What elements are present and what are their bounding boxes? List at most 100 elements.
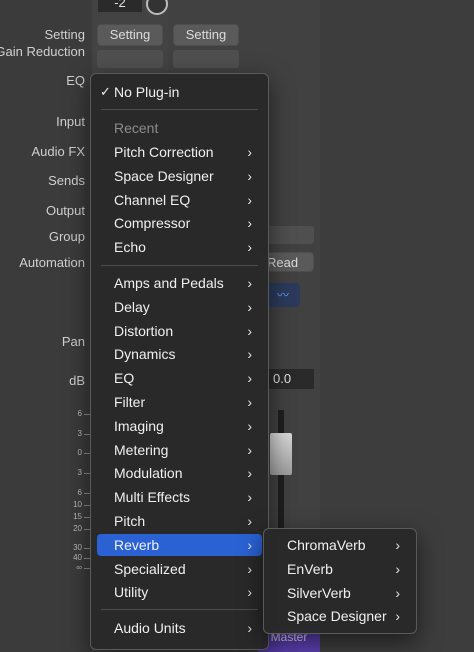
menu-item-label: Pitch [114,513,146,529]
menu-item-imaging[interactable]: Imaging › [97,415,262,437]
menu-item-dynamics[interactable]: Dynamics › [97,343,262,365]
gain-reduction-meter-b [173,50,239,68]
recent-header: Recent [97,117,262,139]
menu-item-channel-eq[interactable]: Channel EQ › [97,189,262,211]
scale-label: 6 [77,488,82,497]
chevron-right-icon: › [247,513,252,529]
scale-label: 3 [77,468,82,477]
menu-item-audio-units[interactable]: Audio Units › [97,617,262,639]
sends-label: Sends [48,173,85,188]
menu-item-pitch[interactable]: Pitch › [97,510,262,532]
eq-label: EQ [66,73,85,88]
output-label: Output [45,203,85,218]
menu-item-label: Modulation [114,465,183,482]
chevron-right-icon: › [247,239,252,256]
menu-item-reverb[interactable]: Reverb › [97,533,262,556]
scale-label: ∞ [76,563,82,572]
chevron-right-icon: › [247,215,252,232]
automation-label: Automation [19,255,85,270]
chevron-right-icon: › [247,620,252,636]
menu-item-label: Echo [114,239,146,256]
group-slot[interactable] [266,226,314,244]
menu-item-label: No Plug-in [114,84,180,100]
menu-item-compressor[interactable]: Compressor › [97,212,262,234]
db-value-field[interactable]: 0.0 [266,369,314,389]
top-value-field[interactable]: -2 [98,0,142,12]
scale-label: 30 [73,543,82,552]
menu-item-multi-effects[interactable]: Multi Effects › [97,486,262,508]
gain-reduction-label: Gain Reduction [0,44,85,59]
scale-label: 6 [77,409,82,418]
chevron-right-icon: › [395,537,400,553]
menu-separator [101,609,258,610]
audio-fx-label: Audio FX [31,144,85,159]
menu-item-label: Audio Units [114,620,186,636]
chevron-right-icon: › [247,298,252,315]
scale-label: 40 [73,553,82,562]
menu-item-delay[interactable]: Delay › [97,296,262,318]
chevron-right-icon: › [247,536,252,553]
recent-header-label: Recent [114,120,159,136]
menu-item-label: Delay [114,298,150,315]
scale-label: 15 [73,512,82,521]
menu-item-label: ChromaVerb [287,537,366,553]
menu-item-eq[interactable]: EQ › [97,367,262,389]
menu-item-label: Reverb [114,536,160,553]
menu-item-label: Space Designer [287,608,387,625]
menu-item-metering[interactable]: Metering › [97,439,262,461]
chevron-right-icon: › [247,370,252,387]
chevron-right-icon: › [395,584,400,601]
pan-label: Pan [61,334,85,349]
menu-item-utility[interactable]: Utility › [97,581,262,603]
setting-button-b[interactable]: Setting [173,24,239,46]
plugin-menu: ✓ No Plug-in Recent Pitch Correction › Spa… [90,73,269,650]
checkmark-icon: ✓ [100,84,111,99]
chevron-right-icon: › [247,275,252,291]
menu-separator [101,265,258,266]
input-label: Input [56,114,85,129]
menu-item-modulation[interactable]: Modulation › [97,462,262,484]
menu-item-amps-and-pedals[interactable]: Amps and Pedals › [97,272,262,294]
menu-item-label: Dynamics [114,346,176,363]
chevron-right-icon: › [247,322,252,339]
submenu-item-space-designer[interactable]: Space Designer › [270,605,410,627]
menu-item-space-designer[interactable]: Space Designer › [97,165,262,187]
menu-item-label: Multi Effects [114,489,190,506]
waveform-icon[interactable]: 〰 [266,283,300,307]
chevron-right-icon: › [247,489,252,506]
scale-label: 20 [73,524,82,533]
menu-item-filter[interactable]: Filter › [97,391,262,413]
chevron-right-icon: › [247,584,252,601]
menu-item-label: EnVerb [287,560,333,577]
chevron-right-icon: › [247,465,252,482]
menu-item-label: Utility [114,584,149,601]
chevron-right-icon: › [247,417,252,434]
chevron-right-icon: › [395,608,400,625]
menu-item-label: Specialized [114,560,186,577]
chevron-right-icon: › [247,394,252,410]
setting-button-a[interactable]: Setting [97,24,163,46]
setting-label: Setting [44,27,85,42]
menu-item-label: Pitch Correction [114,144,214,160]
menu-item-no-plugin[interactable]: ✓ No Plug-in [97,81,262,103]
menu-item-distortion[interactable]: Distortion › [97,320,262,342]
menu-item-label: Space Designer [114,167,214,184]
submenu-item-enverb[interactable]: EnVerb › [270,558,410,580]
menu-item-label: Distortion [114,322,174,339]
menu-item-label: Channel EQ [114,191,191,208]
menu-item-pitch-correction[interactable]: Pitch Correction › [97,141,262,163]
reverb-submenu: ChromaVerb › EnVerb › SilverVerb › Space Desig… [263,528,417,634]
gain-reduction-meter-a [97,50,163,68]
menu-item-specialized[interactable]: Specialized › [97,558,262,580]
fader-handle[interactable] [270,433,292,475]
chevron-right-icon: › [247,560,252,577]
submenu-item-chromaverb[interactable]: ChromaVerb › [270,534,410,556]
menu-item-label: Metering [114,441,169,458]
menu-item-label: Compressor [114,215,191,232]
scale-label: 3 [77,429,82,438]
db-label: dB [69,373,85,388]
chevron-right-icon: › [247,144,252,160]
scale-label: 10 [73,500,82,509]
submenu-item-silververb[interactable]: SilverVerb › [270,582,410,604]
menu-item-echo[interactable]: Echo › [97,236,262,258]
